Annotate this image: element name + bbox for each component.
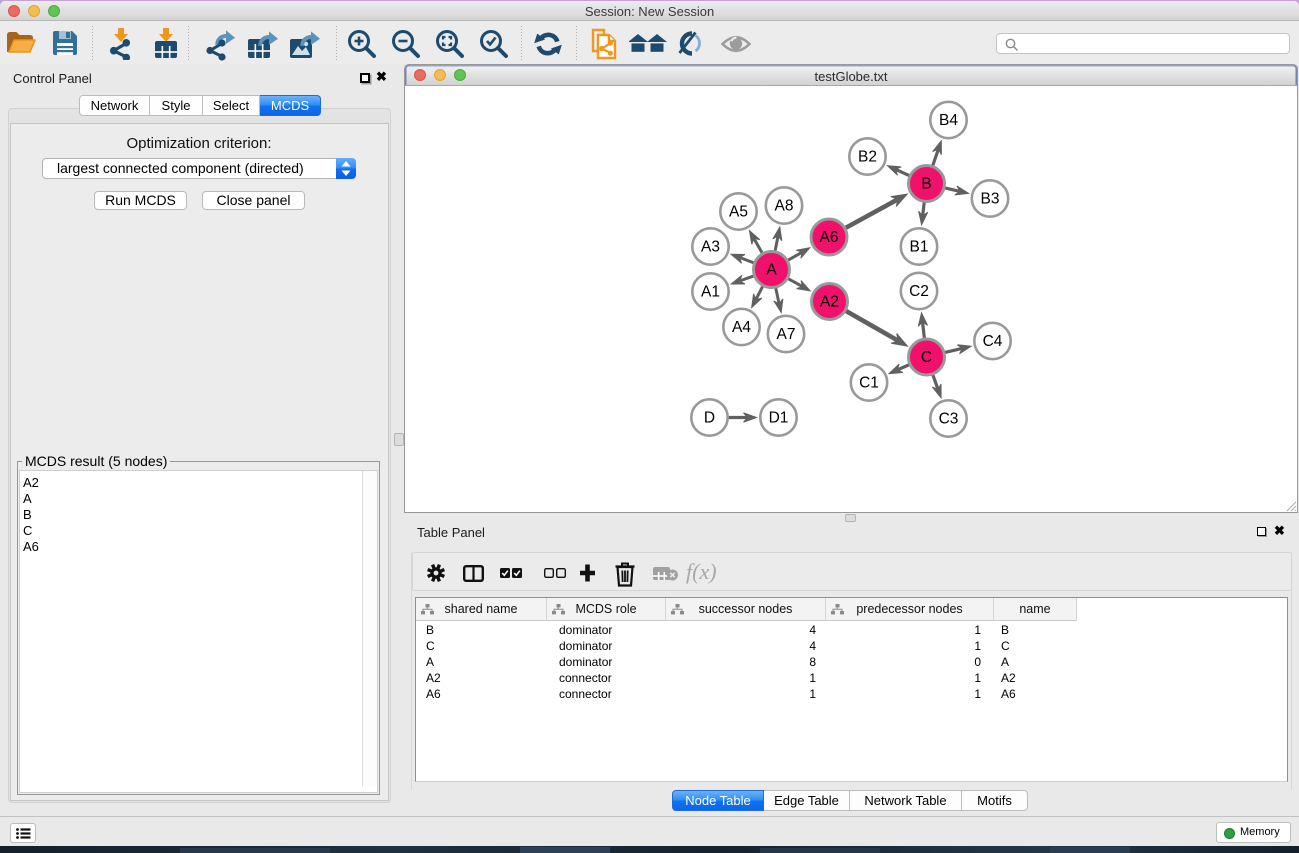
svg-text:D: D [704,410,715,427]
svg-text:D1: D1 [769,410,789,427]
svg-text:B2: B2 [858,149,877,166]
svg-text:A1: A1 [701,284,720,301]
svg-text:B3: B3 [981,191,1000,208]
svg-text:A8: A8 [775,198,794,215]
svg-text:B1: B1 [910,239,929,256]
svg-text:C1: C1 [859,375,879,392]
svg-text:B4: B4 [939,112,958,129]
svg-text:C2: C2 [909,283,929,300]
svg-text:A: A [766,262,777,279]
svg-text:A7: A7 [777,326,796,343]
svg-text:C4: C4 [983,333,1003,350]
svg-text:A5: A5 [729,204,748,221]
svg-text:A4: A4 [732,319,751,336]
svg-text:A6: A6 [820,229,839,246]
svg-text:B: B [921,176,931,193]
svg-text:C: C [921,349,932,366]
svg-text:A2: A2 [820,294,839,311]
svg-text:A3: A3 [701,239,720,256]
svg-text:C3: C3 [939,411,959,428]
